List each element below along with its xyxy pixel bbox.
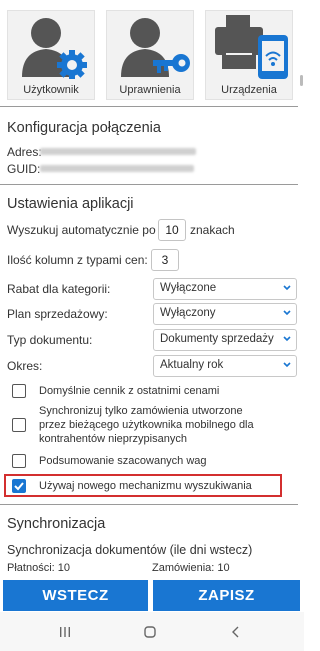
orders-label: Zamówienia: 10 [152, 562, 230, 574]
divider [0, 184, 298, 185]
tile-devices-label: Urządzenia [221, 84, 277, 96]
user-gear-icon [22, 18, 87, 79]
tile-user-label: Użytkownik [23, 84, 79, 96]
sales-plan-select[interactable]: Wyłączony [153, 303, 297, 325]
auto-search-suffix: znakach [190, 223, 235, 237]
recent-apps-icon[interactable] [58, 625, 72, 639]
doc-type-label: Typ dokumentu: [7, 333, 93, 347]
guid-label: GUID: [7, 162, 41, 176]
guid-value-redacted [40, 165, 194, 172]
sync-heading: Synchronizacja [7, 516, 106, 532]
period-select[interactable]: Aktualny rok [153, 355, 297, 377]
checkbox-label-line: przez bieżącego użytkownika mobilnego dl… [39, 419, 254, 431]
chevron-down-icon [283, 362, 291, 368]
divider [0, 504, 298, 505]
auto-search-label: Wyszukuj automatycznie po [7, 223, 156, 237]
chevron-down-icon [283, 336, 291, 342]
chevron-down-icon [283, 310, 291, 316]
address-value-redacted [40, 148, 196, 155]
checkbox-label-line: Synchronizuj tylko zamówienia utworzone [39, 405, 243, 417]
checkbox-label-line: kontrahentów nieprzypisanych [39, 433, 187, 445]
checkbox[interactable] [12, 418, 26, 432]
tile-permissions-label: Uprawnienia [119, 84, 181, 96]
checkbox-label: Używaj nowego mechanizmu wyszukiwania [39, 480, 252, 492]
period-label: Okres: [7, 359, 43, 373]
system-nav-bar [0, 612, 304, 651]
category-discount-select[interactable]: Wyłączone [153, 278, 297, 300]
back-button[interactable]: WSTECZ [3, 580, 148, 611]
back-nav-icon[interactable] [229, 625, 243, 639]
app-settings-heading: Ustawienia aplikacji [7, 196, 134, 212]
sync-docs-label: Synchronizacja dokumentów (ile dni wstec… [7, 543, 253, 557]
connection-heading: Konfiguracja połączenia [7, 120, 161, 136]
chevron-down-icon [283, 285, 291, 291]
home-icon[interactable] [143, 625, 157, 639]
category-discount-value: Wyłączone [160, 282, 217, 294]
checkbox-label: Podsumowanie szacowanych wag [39, 455, 207, 467]
checkbox-checked[interactable] [12, 479, 26, 493]
sales-plan-label: Plan sprzedażowy: [7, 307, 108, 321]
period-value: Aktualny rok [160, 359, 224, 371]
category-discount-label: Rabat dla kategorii: [7, 282, 111, 296]
divider [0, 106, 298, 107]
tile-user[interactable]: Użytkownik [7, 10, 95, 100]
auto-search-input[interactable]: 10 [158, 219, 186, 241]
payments-label: Płatności: 10 [7, 562, 70, 574]
price-columns-input[interactable]: 3 [151, 249, 179, 271]
address-label: Adres: [7, 145, 42, 159]
scrollbar[interactable] [300, 75, 303, 86]
price-columns-label: Ilość kolumn z typami cen: [7, 253, 148, 267]
checkbox[interactable] [12, 384, 26, 398]
tile-permissions[interactable]: Uprawnienia [106, 10, 194, 100]
save-button[interactable]: ZAPISZ [153, 580, 300, 611]
printer-phone-icon [215, 15, 288, 79]
doc-type-value: Dokumenty sprzedaży [160, 333, 274, 345]
check-icon [14, 482, 24, 491]
user-key-icon [121, 18, 190, 77]
checkbox[interactable] [12, 454, 26, 468]
sales-plan-value: Wyłączony [160, 307, 216, 319]
checkbox-label: Domyślnie cennik z ostatnimi cenami [39, 385, 220, 397]
tile-devices[interactable]: Urządzenia [205, 10, 293, 100]
doc-type-select[interactable]: Dokumenty sprzedaży [153, 329, 297, 351]
